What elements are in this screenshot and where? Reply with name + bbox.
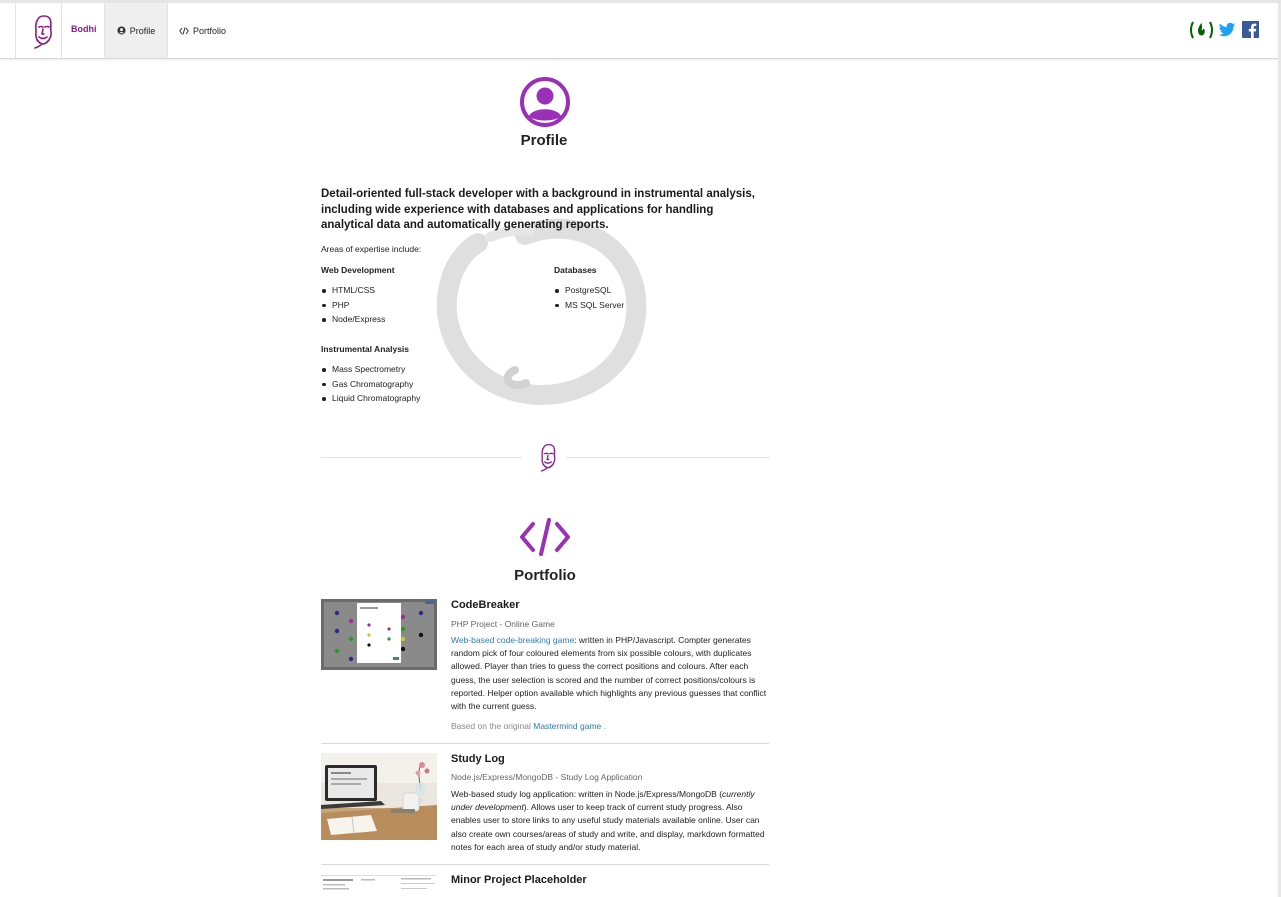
project-title: CodeBreaker [451, 599, 520, 611]
group-title-instrumental-analysis: Instrumental Analysis [321, 344, 410, 354]
nav-item-label: Portfolio [193, 25, 227, 36]
project-description: Web-based study log application: written… [451, 788, 771, 854]
portfolio-code-icon [520, 518, 570, 556]
section-divider [321, 457, 522, 458]
profile-title: Profile [520, 132, 568, 149]
project-title: Study Log [451, 753, 505, 765]
codebreaker-thumbnail[interactable] [321, 599, 437, 670]
list-item: HTML/CSS [321, 283, 385, 298]
list-item: Node/Express [321, 312, 385, 327]
list-item: PHP [321, 298, 385, 313]
placeholder-thumbnail[interactable] [321, 873, 437, 897]
card-divider [321, 864, 769, 865]
social-links [1188, 20, 1259, 40]
profile-lead: Detail-oriented full-stack developer wit… [321, 188, 755, 231]
nav-item-portfolio[interactable]: Portfolio [179, 3, 226, 58]
group-title-databases: Databases [554, 265, 597, 275]
list-item: Liquid Chromatography [321, 391, 420, 406]
areas-intro: Areas of expertise include: [321, 244, 422, 254]
freecodecamp-icon[interactable] [1188, 20, 1215, 40]
facebook-icon[interactable] [1242, 21, 1259, 38]
note-text: Based on the original [451, 721, 534, 731]
list-item: Gas Chromatography [321, 377, 420, 392]
nav-separator [167, 3, 168, 58]
brand-name[interactable]: Bodhi [71, 24, 97, 34]
project-description-text: Web-based study log application: written… [451, 789, 723, 799]
card-divider [321, 743, 769, 744]
note-text: . [601, 721, 606, 731]
bodhi-logo-icon[interactable] [26, 13, 60, 49]
code-icon [179, 26, 189, 35]
portfolio-title: Portfolio [514, 567, 576, 584]
section-divider [566, 457, 769, 458]
list-item: Mass Spectrometry [321, 362, 420, 377]
group-title-web-development: Web Development [321, 265, 395, 275]
profile-user-icon [520, 77, 570, 127]
list-item: MS SQL Server [554, 298, 624, 313]
project-description: Web-based code-breaking game: written in… [451, 634, 771, 713]
project-card-study-log: Study Log Node.js/Express/MongoDB - Stud… [321, 753, 769, 865]
project-description-text: : written in PHP/Javascript. Compter gen… [451, 635, 767, 712]
nav-separator [61, 3, 62, 58]
twitter-icon[interactable] [1218, 21, 1236, 39]
project-link-codebreaker[interactable]: Web-based code-breaking game [451, 635, 574, 645]
nav-item-label: Profile [129, 25, 156, 36]
mastermind-link[interactable]: Mastermind game [533, 721, 601, 731]
skill-list-databases: PostgreSQL MS SQL Server [554, 283, 624, 312]
nav-separator [15, 3, 16, 58]
project-subtitle: PHP Project - Online Game [451, 619, 555, 629]
list-item: PostgreSQL [554, 283, 624, 298]
project-subtitle: Node.js/Express/MongoDB - Study Log Appl… [451, 772, 643, 782]
project-card-codebreaker: CodeBreaker PHP Project - Online Game We… [321, 599, 769, 744]
project-title: Minor Project Placeholder [451, 874, 587, 886]
skill-list-instrumental-analysis: Mass Spectrometry Gas Chromatography Liq… [321, 362, 420, 406]
nav-item-profile[interactable]: Profile [105, 3, 167, 58]
study-log-thumbnail[interactable] [321, 753, 437, 840]
navbar: Bodhi Profile Portfolio [0, 3, 1278, 59]
project-card-placeholder: Minor Project Placeholder [321, 873, 769, 897]
user-circle-icon [117, 26, 126, 35]
project-note: Based on the original Mastermind game . [451, 721, 606, 731]
skill-list-web-development: HTML/CSS PHP Node/Express [321, 283, 385, 327]
bodhi-logo-icon [540, 443, 556, 472]
